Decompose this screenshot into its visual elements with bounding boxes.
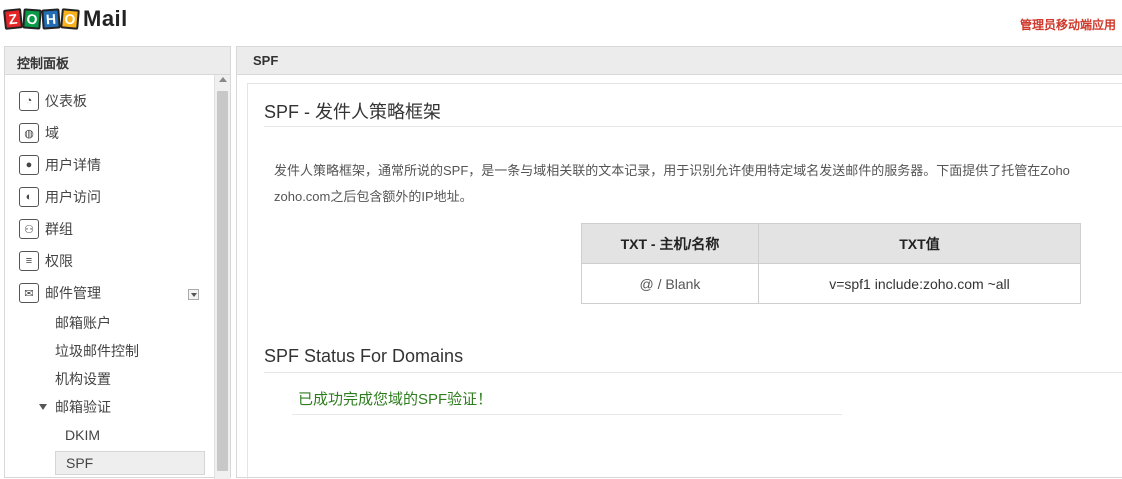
sidebar: 控制面板 ◔ 仪表板 ◍ 域 ● 用户详情 ◐ 用户访问 ⚇ 群组 ≡ 权限 ✉…: [4, 46, 231, 479]
spf-record-table: TXT - 主机/名称 TXT值 @ / Blank v=spf1 includ…: [581, 223, 1082, 304]
sidebar-item-label: 用户访问: [45, 189, 101, 205]
section-divider: [264, 372, 1122, 373]
sidebar-item-label: 仪表板: [45, 93, 87, 109]
dashboard-icon: ◔: [19, 91, 39, 111]
sidebar-item-domains[interactable]: ◍ 域: [5, 117, 215, 149]
collapse-toggle-icon[interactable]: [188, 289, 199, 300]
sidebar-item-user-details[interactable]: ● 用户详情: [5, 149, 215, 181]
logo-letter-o: O: [22, 8, 42, 30]
sidebar-item-permissions[interactable]: ≡ 权限: [5, 245, 215, 277]
sidebar-nav: ◔ 仪表板 ◍ 域 ● 用户详情 ◐ 用户访问 ⚇ 群组 ≡ 权限 ✉ 邮件管理…: [5, 85, 215, 475]
content-area: SPF - 发件人策略框架 发件人策略框架，通常所说的SPF，是一条与域相关联的…: [247, 83, 1122, 479]
sidebar-item-mail-management[interactable]: ✉ 邮件管理: [5, 277, 215, 309]
expand-triangle-icon: [39, 404, 47, 410]
sidebar-subitem-spam-control[interactable]: 垃圾邮件控制: [5, 337, 215, 365]
sidebar-item-label: 邮件管理: [45, 285, 101, 301]
admin-mobile-app-link[interactable]: 管理员移动端应用: [1020, 16, 1116, 33]
product-name: Mail: [83, 6, 128, 31]
sidebar-item-label: 群组: [45, 221, 73, 237]
zoho-logo-letters: Z O H O: [3, 8, 80, 30]
sidebar-group-email-verification[interactable]: 邮箱验证: [5, 393, 215, 421]
sidebar-item-label: 域: [45, 125, 59, 141]
main-header: SPF: [237, 47, 1122, 75]
sidebar-item-groups[interactable]: ⚇ 群组: [5, 213, 215, 245]
host-cell: @ / Blank: [581, 263, 759, 304]
sidebar-subitem-dkim[interactable]: DKIM: [5, 421, 215, 449]
sidebar-subitem-mail-accounts[interactable]: 邮箱账户: [5, 309, 215, 337]
group-icon: ⚇: [19, 219, 39, 239]
user-icon: ●: [19, 155, 39, 175]
description-line-1: 发件人策略框架，通常所说的SPF，是一条与域相关联的文本记录，用于识别允许使用特…: [274, 163, 1070, 178]
column-header-txt-value: TXT值: [757, 223, 1082, 264]
sidebar-subitem-org-settings[interactable]: 机构设置: [5, 365, 215, 393]
sidebar-item-dashboard[interactable]: ◔ 仪表板: [5, 85, 215, 117]
section-divider: [264, 126, 1122, 127]
logo-letter-z: Z: [3, 8, 23, 30]
user-access-icon: ◐: [19, 187, 39, 207]
globe-icon: ◍: [19, 123, 39, 143]
sidebar-group-label: 邮箱验证: [55, 399, 111, 415]
description-line-2: zoho.com之后包含额外的IP地址。: [274, 189, 473, 204]
scroll-thumb[interactable]: [217, 91, 228, 471]
txt-value-cell[interactable]: v=spf1 include:zoho.com ~all: [757, 263, 1082, 304]
spf-description: 发件人策略框架，通常所说的SPF，是一条与域相关联的文本记录，用于识别允许使用特…: [274, 158, 1122, 210]
document-icon: ≡: [19, 251, 39, 271]
status-divider: [292, 414, 842, 415]
sidebar-subitem-spf[interactable]: SPF: [55, 451, 205, 475]
logo-letter-h: H: [41, 8, 61, 30]
mail-icon: ✉: [19, 283, 39, 303]
spf-verified-message: 已成功完成您域的SPF验证！: [298, 391, 493, 408]
table-row: @ / Blank v=spf1 include:zoho.com ~all: [581, 263, 1082, 304]
sidebar-item-user-access[interactable]: ◐ 用户访问: [5, 181, 215, 213]
scroll-up-arrow-icon[interactable]: [219, 77, 227, 82]
logo-letter-o2: O: [60, 8, 80, 30]
sidebar-item-label: 用户详情: [45, 157, 101, 173]
spf-status-title: SPF Status For Domains: [264, 346, 464, 366]
sidebar-title: 控制面板: [5, 47, 230, 75]
zoho-mail-logo[interactable]: Z O H O Mail: [3, 6, 128, 32]
main-panel: SPF SPF - 发件人策略框架 发件人策略框架，通常所说的SPF，是一条与域…: [236, 46, 1122, 479]
top-bar: Z O H O Mail 管理员移动端应用: [0, 0, 1122, 44]
spf-section-title: SPF - 发件人策略框架: [264, 102, 442, 122]
sidebar-item-label: 权限: [45, 253, 73, 269]
sidebar-scrollbar[interactable]: [214, 75, 230, 479]
column-header-host: TXT - 主机/名称: [581, 223, 759, 264]
